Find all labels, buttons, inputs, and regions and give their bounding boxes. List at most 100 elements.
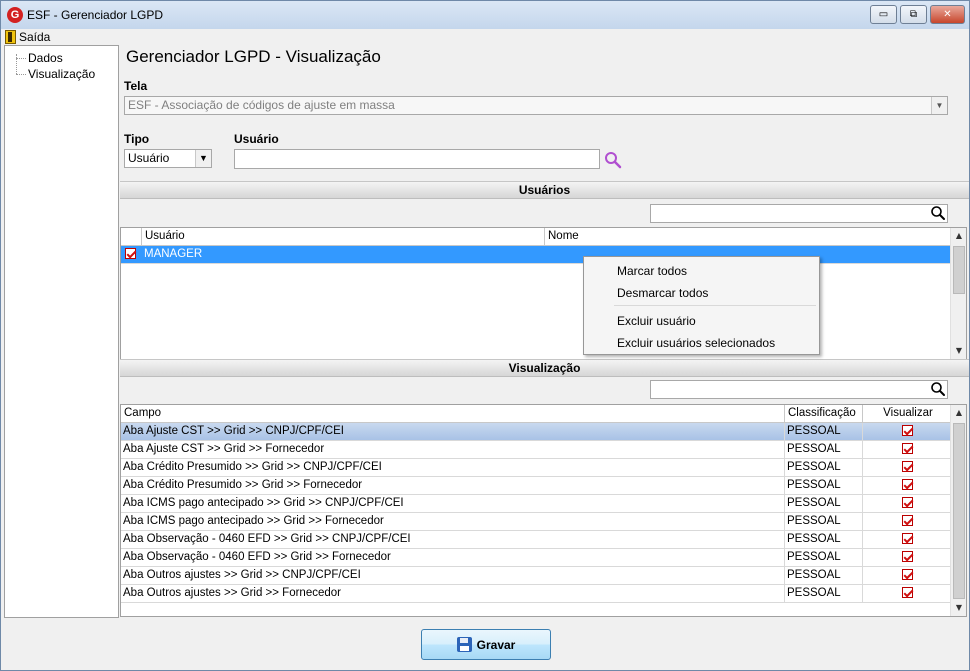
visualizacao-grid: Campo Classificação Visualizar Aba Ajust… [120,404,967,617]
visualizar-checkbox[interactable] [902,425,913,437]
cell-visualizar[interactable] [863,567,950,584]
visualizar-checkbox[interactable] [902,497,913,509]
tree-item-visualizacao[interactable]: Visualização [28,67,95,81]
column-header-visualizar[interactable]: Visualizar [863,405,950,422]
tipo-select[interactable]: Usuário ▼ [124,149,212,168]
window-title: ESF - Gerenciador LGPD [27,8,164,22]
visualizar-checkbox[interactable] [902,569,913,581]
scroll-down-icon[interactable]: ▼ [951,343,966,359]
context-menu: Marcar todos Desmarcar todos Excluir usu… [583,256,820,355]
cell-campo: Aba Ajuste CST >> Grid >> Fornecedor [121,441,785,458]
cell-visualizar[interactable] [863,549,950,566]
usuarios-scrollbar[interactable]: ▲ ▼ [950,228,966,359]
cell-classificacao: PESSOAL [785,495,863,512]
table-row[interactable]: Aba Outros ajustes >> Grid >> CNPJ/CPF/C… [121,567,950,585]
scroll-up-icon[interactable]: ▲ [951,405,966,421]
table-row[interactable]: Aba Ajuste CST >> Grid >> CNPJ/CPF/CEI PE… [121,423,950,441]
cell-visualizar[interactable] [863,495,950,512]
app-logo-icon: G [7,7,23,23]
table-row[interactable]: MANAGER [121,246,950,264]
close-button[interactable]: ✕ [930,5,965,24]
column-header-usuario[interactable]: Usuário [142,228,545,245]
main-window: G ESF - Gerenciador LGPD ▭ ⧉ ✕ Saída Dad… [0,0,970,671]
tree-connector [16,54,17,74]
floppy-disk-icon [456,637,472,652]
row-checkbox-cell[interactable] [121,246,142,263]
search-icon[interactable] [930,205,946,221]
title-bar[interactable]: G ESF - Gerenciador LGPD ▭ ⧉ ✕ [1,1,969,29]
cell-visualizar[interactable] [863,423,950,440]
menu-exit-label: Saída [19,30,51,44]
cell-classificacao: PESSOAL [785,441,863,458]
visualizar-checkbox[interactable] [902,461,913,473]
tela-select-value: ESF - Associação de códigos de ajuste em… [128,98,395,112]
cell-campo: Aba Crédito Presumido >> Grid >> Fornece… [121,477,785,494]
cell-visualizar[interactable] [863,477,950,494]
cell-classificacao: PESSOAL [785,531,863,548]
tree-item-dados[interactable]: Dados [28,51,63,65]
usuario-input[interactable] [234,149,600,169]
menu-separator [614,305,816,306]
scroll-down-icon[interactable]: ▼ [951,600,966,616]
cell-usuario: MANAGER [142,246,545,263]
tipo-label: Tipo [124,132,150,146]
table-row[interactable]: Aba Observação - 0460 EFD >> Grid >> CNP… [121,531,950,549]
table-row[interactable]: Aba Observação - 0460 EFD >> Grid >> For… [121,549,950,567]
cell-visualizar[interactable] [863,513,950,530]
menu-exit[interactable]: Saída [5,29,50,45]
search-icon[interactable] [603,150,623,170]
menu-item-desmarcar-todos[interactable]: Desmarcar todos [617,286,708,300]
cell-visualizar[interactable] [863,531,950,548]
scrollbar-thumb[interactable] [953,246,965,294]
chevron-down-icon[interactable]: ▼ [195,150,211,167]
column-header-nome[interactable]: Nome [545,228,950,245]
cell-classificacao: PESSOAL [785,423,863,440]
chevron-down-icon[interactable]: ▼ [931,97,947,114]
cell-visualizar[interactable] [863,459,950,476]
usuario-label: Usuário [234,132,279,146]
visualizar-checkbox[interactable] [902,587,913,599]
usuarios-filter-input[interactable] [650,204,948,223]
table-row[interactable]: Aba Ajuste CST >> Grid >> Fornecedor PESS… [121,441,950,459]
menu-item-marcar-todos[interactable]: Marcar todos [617,264,687,278]
menu-bar: Saída [1,29,969,45]
save-button[interactable]: Gravar [421,629,551,660]
page-title: Gerenciador LGPD - Visualização [126,47,381,66]
cell-campo: Aba ICMS pago antecipado >> Grid >> Forn… [121,513,785,530]
minimize-button[interactable]: ▭ [870,5,897,24]
visualizar-checkbox[interactable] [902,515,913,527]
visualizacao-grid-header: Campo Classificação Visualizar [121,405,950,423]
table-row[interactable]: Aba ICMS pago antecipado >> Grid >> CNPJ… [121,495,950,513]
row-checkbox[interactable] [125,248,136,260]
visualizacao-scrollbar[interactable]: ▲ ▼ [950,405,966,616]
visualizacao-filter-input[interactable] [650,380,948,399]
cell-campo: Aba Outros ajustes >> Grid >> Fornecedor [121,585,785,602]
cell-classificacao: PESSOAL [785,459,863,476]
table-row[interactable]: Aba Crédito Presumido >> Grid >> CNPJ/CP… [121,459,950,477]
exit-door-icon [5,30,16,44]
visualizar-checkbox[interactable] [902,533,913,545]
save-button-label: Gravar [476,637,516,652]
search-icon[interactable] [930,381,946,397]
column-header-classificacao[interactable]: Classificação [785,405,863,422]
maximize-button[interactable]: ⧉ [900,5,927,24]
cell-campo: Aba Outros ajustes >> Grid >> CNPJ/CPF/C… [121,567,785,584]
tela-select[interactable]: ESF - Associação de códigos de ajuste em… [124,96,948,115]
table-row[interactable]: Aba Crédito Presumido >> Grid >> Fornece… [121,477,950,495]
visualizar-checkbox[interactable] [902,479,913,491]
table-row[interactable]: Aba ICMS pago antecipado >> Grid >> Forn… [121,513,950,531]
usuarios-grid: Usuário Nome MANAGER ▲ ▼ [120,227,967,360]
column-header-campo[interactable]: Campo [121,405,785,422]
cell-classificacao: PESSOAL [785,585,863,602]
menu-item-excluir-usuario[interactable]: Excluir usuário [617,314,696,328]
visualizar-checkbox[interactable] [902,443,913,455]
scrollbar-thumb[interactable] [953,423,965,599]
cell-visualizar[interactable] [863,585,950,602]
table-row[interactable]: Aba Outros ajustes >> Grid >> Fornecedor… [121,585,950,603]
menu-item-excluir-selecionados[interactable]: Excluir usuários selecionados [617,336,775,350]
visualizar-checkbox[interactable] [902,551,913,563]
cell-visualizar[interactable] [863,441,950,458]
scroll-up-icon[interactable]: ▲ [951,228,966,244]
cell-classificacao: PESSOAL [785,549,863,566]
cell-classificacao: PESSOAL [785,567,863,584]
